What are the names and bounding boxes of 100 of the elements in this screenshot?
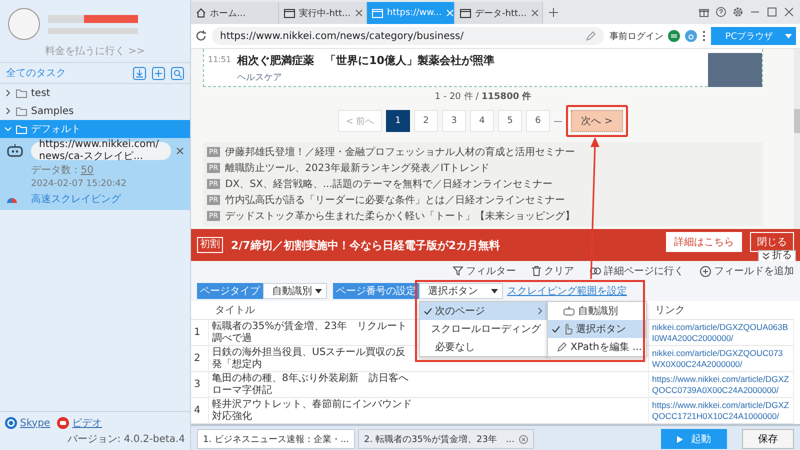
folder-icon (16, 106, 27, 116)
pr-link[interactable]: デッドストック革から生まれた柔らかく軽い「トート」【未来ショッピング】 (225, 209, 576, 223)
scrollbar[interactable] (794, 49, 800, 229)
page-number-button[interactable]: 4 (470, 110, 494, 132)
trash-icon (532, 266, 541, 276)
link-cell[interactable]: https://www.nikkei.com/article/DGXZQOCC1721H0X10C24A1000000/ (652, 400, 790, 422)
toolbar-action[interactable]: フィールドを追加 (700, 264, 794, 278)
menu-item[interactable]: スクロールローディング (420, 320, 548, 338)
avatar (8, 8, 40, 40)
version-label: バージョン: 4.0.2-beta.4 (67, 433, 185, 446)
circle-badge-icon (668, 30, 680, 42)
toolbar-action[interactable]: 詳細ページに行く (590, 264, 684, 278)
link-cell[interactable]: https://www.nikkei.com/article/DGXZQOCC0739A0X00C24A2000000/ (652, 374, 790, 396)
next-page-button[interactable]: 次へ > (571, 110, 623, 132)
row-number: 2 (191, 346, 209, 372)
data-count: データ数 : 50 (31, 164, 94, 177)
window-icon (460, 8, 471, 18)
close-circle-icon (518, 434, 528, 444)
submenu-item[interactable]: 自動識別 (548, 302, 646, 320)
folder-icon (16, 88, 27, 98)
task-card[interactable]: https://www.nikkei.com/news/ca-スクレイピ... データ数 : 50 2024-02-07 15:20:42 高速スクレイピング (0, 138, 190, 210)
article-category[interactable]: ヘルスケア (237, 71, 702, 84)
maximize-icon (767, 7, 777, 17)
submenu-item[interactable]: XPathを編集 ... (548, 338, 646, 356)
page-number-button[interactable]: 5 (498, 110, 522, 132)
reload-icon (195, 30, 207, 42)
chevron-right-icon (4, 89, 12, 97)
link-cell[interactable]: nikkei.com/article/DGXZQOUC073WX0X00C24A2000000/ (652, 348, 790, 370)
close-icon (354, 9, 363, 17)
title-cell-text: 日鉄の海外担当役員、USスチール買収の反発「想定内 (212, 346, 407, 370)
check-icon (552, 326, 560, 332)
page-number-button[interactable]: 2 (414, 110, 438, 132)
pencil-icon (557, 342, 568, 352)
page-number-button[interactable]: 6 (526, 110, 550, 132)
column-header: リンク (649, 301, 794, 320)
title-cell-text: 亀田の柿の種、8年ぶり外装刷新 訪日客へローマ字併記 (212, 372, 410, 396)
folder-item[interactable]: Samples (0, 102, 190, 120)
pencil-icon (586, 31, 596, 41)
footer-link[interactable]: ビデオ (72, 416, 102, 430)
page-type-select[interactable]: 自動識別 (263, 283, 327, 299)
page-number-button[interactable]: 3 (442, 110, 466, 132)
close-icon (784, 7, 794, 17)
circle-badge-icon (685, 30, 698, 42)
task-tab[interactable]: 2. 転職者の35%が賃金増、23年 ... (358, 429, 534, 449)
article-headline[interactable]: 相次ぐ肥満症薬 「世界に10億人」製薬会社が照準 (237, 53, 702, 68)
search-icon (171, 66, 184, 80)
browser-tab[interactable]: データ-htt... (455, 2, 543, 24)
pr-link[interactable]: 竹内弘高氏が語る「リーダーに必要な条件」とは／日経オンラインセミナー (225, 193, 566, 207)
close-icon (530, 9, 539, 17)
double-chevron-icon (762, 252, 770, 260)
skype-icon (5, 417, 17, 429)
submenu-item[interactable]: 選択ボタン (548, 320, 646, 338)
folder-item[interactable]: test (0, 84, 190, 102)
import-icon (133, 66, 146, 80)
toolbar-action[interactable]: クリア (532, 264, 574, 278)
link-cell[interactable]: nikkei.com/article/DGXZQOUA063BI0W4A200C2000000/ (652, 322, 790, 344)
window-icon (284, 8, 295, 18)
page-number-button[interactable]: 1 (386, 110, 410, 132)
close-icon (176, 147, 184, 155)
pr-link[interactable]: 離職防止ツール、2023年最新ランキング発表／ITトレンド (225, 161, 490, 175)
link-icon (590, 267, 601, 275)
collapse-button[interactable]: 折る (758, 250, 796, 261)
page-number-select[interactable]: 選択ボタン (419, 283, 503, 299)
new-tab-icon (549, 8, 558, 16)
toolbar-action[interactable]: フィルター (453, 264, 516, 278)
caret-down-icon (315, 288, 322, 294)
article-time: 11:51 (208, 54, 232, 64)
url-field[interactable]: https://www.nikkei.com/news/category/business/ (212, 27, 604, 45)
page-type-label: ページタイプ (197, 283, 263, 299)
photo-placeholder (708, 53, 762, 87)
page-number-label: ページ番号の設定 (333, 283, 419, 299)
footer-link[interactable]: Skype (20, 418, 50, 428)
banner-logo: 初割 (197, 237, 223, 253)
chevron-right-icon (536, 307, 544, 315)
pointer-hand-icon (563, 323, 573, 335)
chevron-right-icon (4, 107, 12, 115)
chevron-down-icon (4, 125, 12, 133)
result-count: 1 - 20 件 / 115800 件 (434, 90, 532, 103)
banner-text: 2/7締切／初割実施中！今なら日経電子版が2カ月無料 (231, 238, 501, 252)
folder-icon (16, 124, 27, 134)
caret-down-icon (785, 34, 792, 38)
title-cell-text: 転職者の35%が賃金増、23年 リクルート調べで過 (212, 320, 408, 344)
more-icon (702, 30, 706, 42)
menu-item[interactable]: 次のページ (420, 302, 548, 320)
task-date: 2024-02-07 15:20:42 (31, 179, 127, 189)
scrape-range-link[interactable]: スクレイピング範囲を設定 (507, 284, 627, 298)
robot-icon (6, 143, 24, 159)
browser-tab[interactable]: 実行中-htt... (279, 2, 367, 24)
settings-icon (733, 7, 743, 17)
details-button[interactable]: 詳細はこちら (666, 232, 742, 252)
save-button[interactable]: 保存 (742, 429, 794, 449)
pr-link[interactable]: DX、SX、経営戦略、...話題のテーマを無料で／日経オンラインセミナー (225, 177, 552, 191)
article-card[interactable]: 11:51 相次ぐ肥満症薬 「世界に10億人」製薬会社が照準 ヘルスケア (203, 49, 763, 87)
add-icon (700, 266, 711, 276)
browser-tab[interactable]: ホーム... (191, 2, 279, 24)
row-number: 1 (191, 320, 209, 346)
pre-login-button[interactable]: 事前ログイン (609, 30, 664, 42)
task-tab[interactable]: 1. ビジネスニュース速報：企業・... (197, 429, 356, 449)
pr-link[interactable]: 伊藤邦雄氏登壇！／経理・金融プロフェッショナル人材の育成と活用セミナー (225, 145, 576, 159)
menu-item[interactable]: 必要なし (420, 338, 548, 356)
